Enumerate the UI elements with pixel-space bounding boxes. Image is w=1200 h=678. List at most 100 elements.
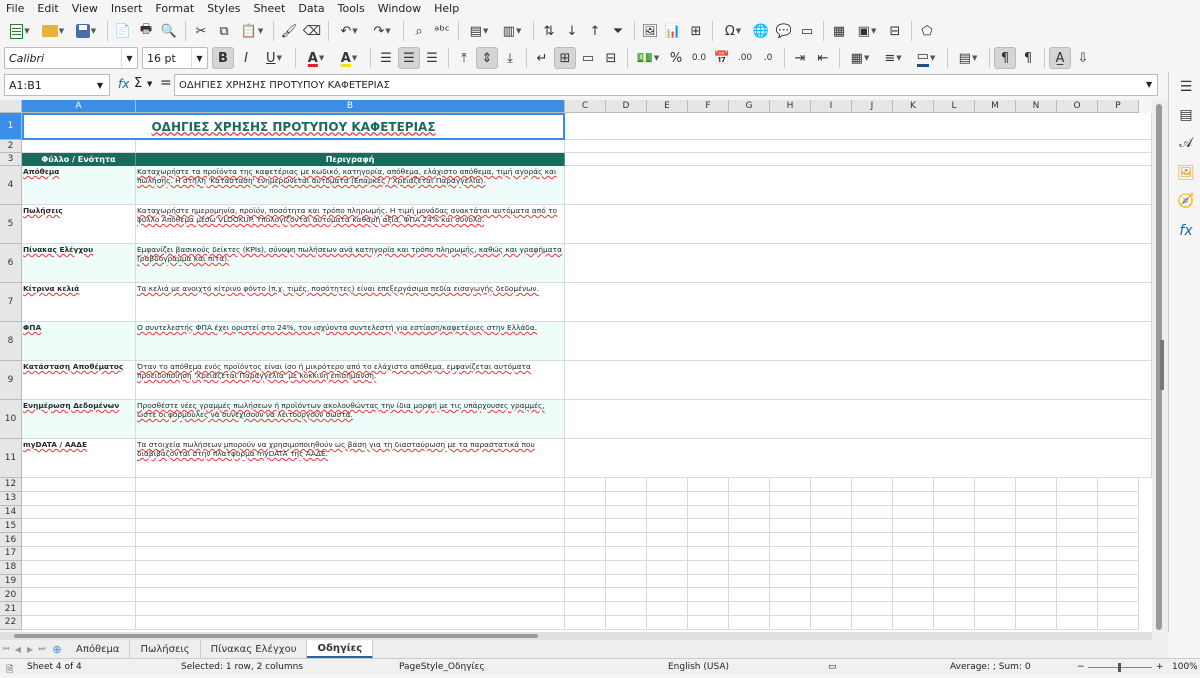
- empty-cell[interactable]: [1016, 505, 1057, 520]
- row-header[interactable]: 3: [0, 153, 22, 166]
- empty-cell[interactable]: [811, 588, 852, 603]
- empty-cell[interactable]: [811, 602, 852, 616]
- empty-cell[interactable]: [934, 615, 975, 630]
- horizontal-scrollbar[interactable]: [0, 632, 1152, 640]
- open-button[interactable]: ▼: [37, 20, 69, 42]
- header-cell-description[interactable]: Περιγραφή: [136, 153, 565, 166]
- description-cell[interactable]: Εμφανίζει βασικούς δείκτες (KPIs), σύνοψ…: [136, 244, 565, 283]
- zoom-slider-knob[interactable]: [1118, 663, 1121, 672]
- empty-cells[interactable]: [565, 361, 1152, 400]
- split-window-button[interactable]: ⊟: [884, 20, 906, 42]
- column-header-a[interactable]: A: [22, 100, 136, 113]
- row-header[interactable]: 21: [0, 602, 22, 616]
- empty-cell[interactable]: [136, 533, 565, 547]
- empty-cell[interactable]: [1016, 560, 1057, 575]
- decrease-indent-button[interactable]: ⇤: [812, 47, 834, 69]
- empty-cell[interactable]: [893, 491, 934, 506]
- merge-center-button[interactable]: ⊞: [554, 47, 576, 69]
- empty-cell[interactable]: [770, 533, 811, 547]
- empty-cell[interactable]: [1057, 560, 1098, 575]
- empty-cell[interactable]: [852, 560, 893, 575]
- column-header[interactable]: G: [729, 100, 770, 113]
- empty-cell[interactable]: [22, 140, 136, 153]
- empty-cell[interactable]: [770, 588, 811, 603]
- gallery-icon[interactable]: 🖼: [1177, 164, 1195, 182]
- paste-button[interactable]: 📋 ▼: [236, 20, 268, 42]
- empty-cell[interactable]: [975, 546, 1016, 561]
- column-header[interactable]: N: [1016, 100, 1057, 113]
- unmerge-cells-button[interactable]: ⊟: [600, 47, 622, 69]
- row-header[interactable]: 10: [0, 400, 22, 439]
- row-button[interactable]: ▤ ▼: [463, 20, 495, 42]
- zoom-out-button[interactable]: −: [1077, 662, 1085, 672]
- print-preview-button[interactable]: 🔍: [158, 20, 180, 42]
- empty-cell[interactable]: [811, 574, 852, 589]
- title-cell[interactable]: ΟΔΗΓΙΕΣ ΧΡΗΣΗΣ ΠΡΟΤΥΠΟΥ ΚΑΦΕΤΕΡΙΑΣ: [22, 113, 565, 140]
- select-all-corner[interactable]: [0, 100, 22, 113]
- merge-cells-button[interactable]: ▭: [577, 47, 599, 69]
- save-button[interactable]: ▼: [70, 20, 102, 42]
- empty-cell[interactable]: [647, 602, 688, 616]
- define-print-area-button[interactable]: ▦: [828, 20, 850, 42]
- column-header[interactable]: E: [647, 100, 688, 113]
- status-sheet[interactable]: Sheet 4 of 4: [27, 662, 82, 672]
- spreadsheet-grid[interactable]: ΟΔΗΓΙΕΣ ΧΡΗΣΗΣ ΠΡΟΤΥΠΟΥ ΚΑΦΕΤΕΡΙΑΣ Φύλλο…: [22, 113, 1152, 632]
- empty-cell[interactable]: [606, 546, 647, 561]
- menu-edit[interactable]: Edit: [37, 2, 58, 15]
- empty-cell[interactable]: [852, 588, 893, 603]
- empty-cell[interactable]: [852, 519, 893, 534]
- expand-formula-icon[interactable]: ▼: [1146, 80, 1152, 89]
- empty-cell[interactable]: [647, 588, 688, 603]
- show-draw-functions-button[interactable]: ⬠: [916, 20, 938, 42]
- styles-icon[interactable]: 𝒜: [1177, 134, 1195, 152]
- scroll-split-handle[interactable]: [1160, 340, 1164, 390]
- special-character-button[interactable]: Ω ▼: [717, 20, 749, 42]
- tab-pinakas-elegxou[interactable]: Πίνακας Ελέγχου: [201, 640, 308, 658]
- empty-cell[interactable]: [647, 519, 688, 534]
- empty-cell[interactable]: [975, 478, 1016, 492]
- find-replace-button[interactable]: ⌕: [408, 20, 430, 42]
- empty-cell[interactable]: [975, 491, 1016, 506]
- selection-mode-icon[interactable]: ▭: [828, 662, 837, 672]
- empty-cell[interactable]: [893, 615, 934, 630]
- empty-cell[interactable]: [1098, 546, 1139, 561]
- column-header[interactable]: J: [852, 100, 893, 113]
- empty-cell[interactable]: [136, 588, 565, 603]
- center-vertically-button[interactable]: ⇕: [476, 47, 498, 69]
- empty-cell[interactable]: [136, 546, 565, 561]
- empty-cell[interactable]: [136, 505, 565, 520]
- empty-cell[interactable]: [770, 546, 811, 561]
- empty-cell[interactable]: [688, 574, 729, 589]
- undo-button[interactable]: ↶ ▼: [333, 20, 365, 42]
- empty-cell[interactable]: [770, 519, 811, 534]
- next-sheet-icon[interactable]: ▶: [24, 642, 36, 656]
- status-page-style[interactable]: PageStyle_Οδηγίες: [399, 662, 485, 672]
- chevron-down-icon[interactable]: ▼: [147, 80, 152, 88]
- empty-cell[interactable]: [811, 533, 852, 547]
- status-summary[interactable]: Average: ; Sum: 0: [950, 662, 1031, 672]
- section-cell[interactable]: Κατάσταση Αποθέματος: [22, 361, 136, 400]
- section-cell[interactable]: Πίνακας Ελέγχου: [22, 244, 136, 283]
- hyperlink-button[interactable]: 🌐: [750, 20, 772, 42]
- row-header[interactable]: 22: [0, 615, 22, 630]
- empty-cell[interactable]: [729, 615, 770, 630]
- pivot-table-button[interactable]: ⊞: [685, 20, 707, 42]
- empty-cell[interactable]: [729, 478, 770, 492]
- row-header[interactable]: 8: [0, 322, 22, 361]
- clone-formatting-button[interactable]: 🖌: [278, 20, 300, 42]
- export-pdf-button[interactable]: 📄: [112, 20, 134, 42]
- highlight-color-button[interactable]: A ▼: [333, 47, 365, 69]
- empty-cell[interactable]: [975, 588, 1016, 603]
- menu-tools[interactable]: Tools: [338, 2, 365, 15]
- row-header[interactable]: 20: [0, 588, 22, 603]
- empty-cells[interactable]: [565, 205, 1152, 244]
- column-header[interactable]: D: [606, 100, 647, 113]
- row-header[interactable]: 17: [0, 546, 22, 561]
- menu-insert[interactable]: Insert: [111, 2, 143, 15]
- empty-cell[interactable]: [647, 478, 688, 492]
- empty-cells[interactable]: [565, 283, 1152, 322]
- empty-cell[interactable]: [770, 505, 811, 520]
- borders-button[interactable]: ▦ ▼: [844, 47, 876, 69]
- align-right-button[interactable]: ☰: [421, 47, 443, 69]
- empty-cell[interactable]: [975, 574, 1016, 589]
